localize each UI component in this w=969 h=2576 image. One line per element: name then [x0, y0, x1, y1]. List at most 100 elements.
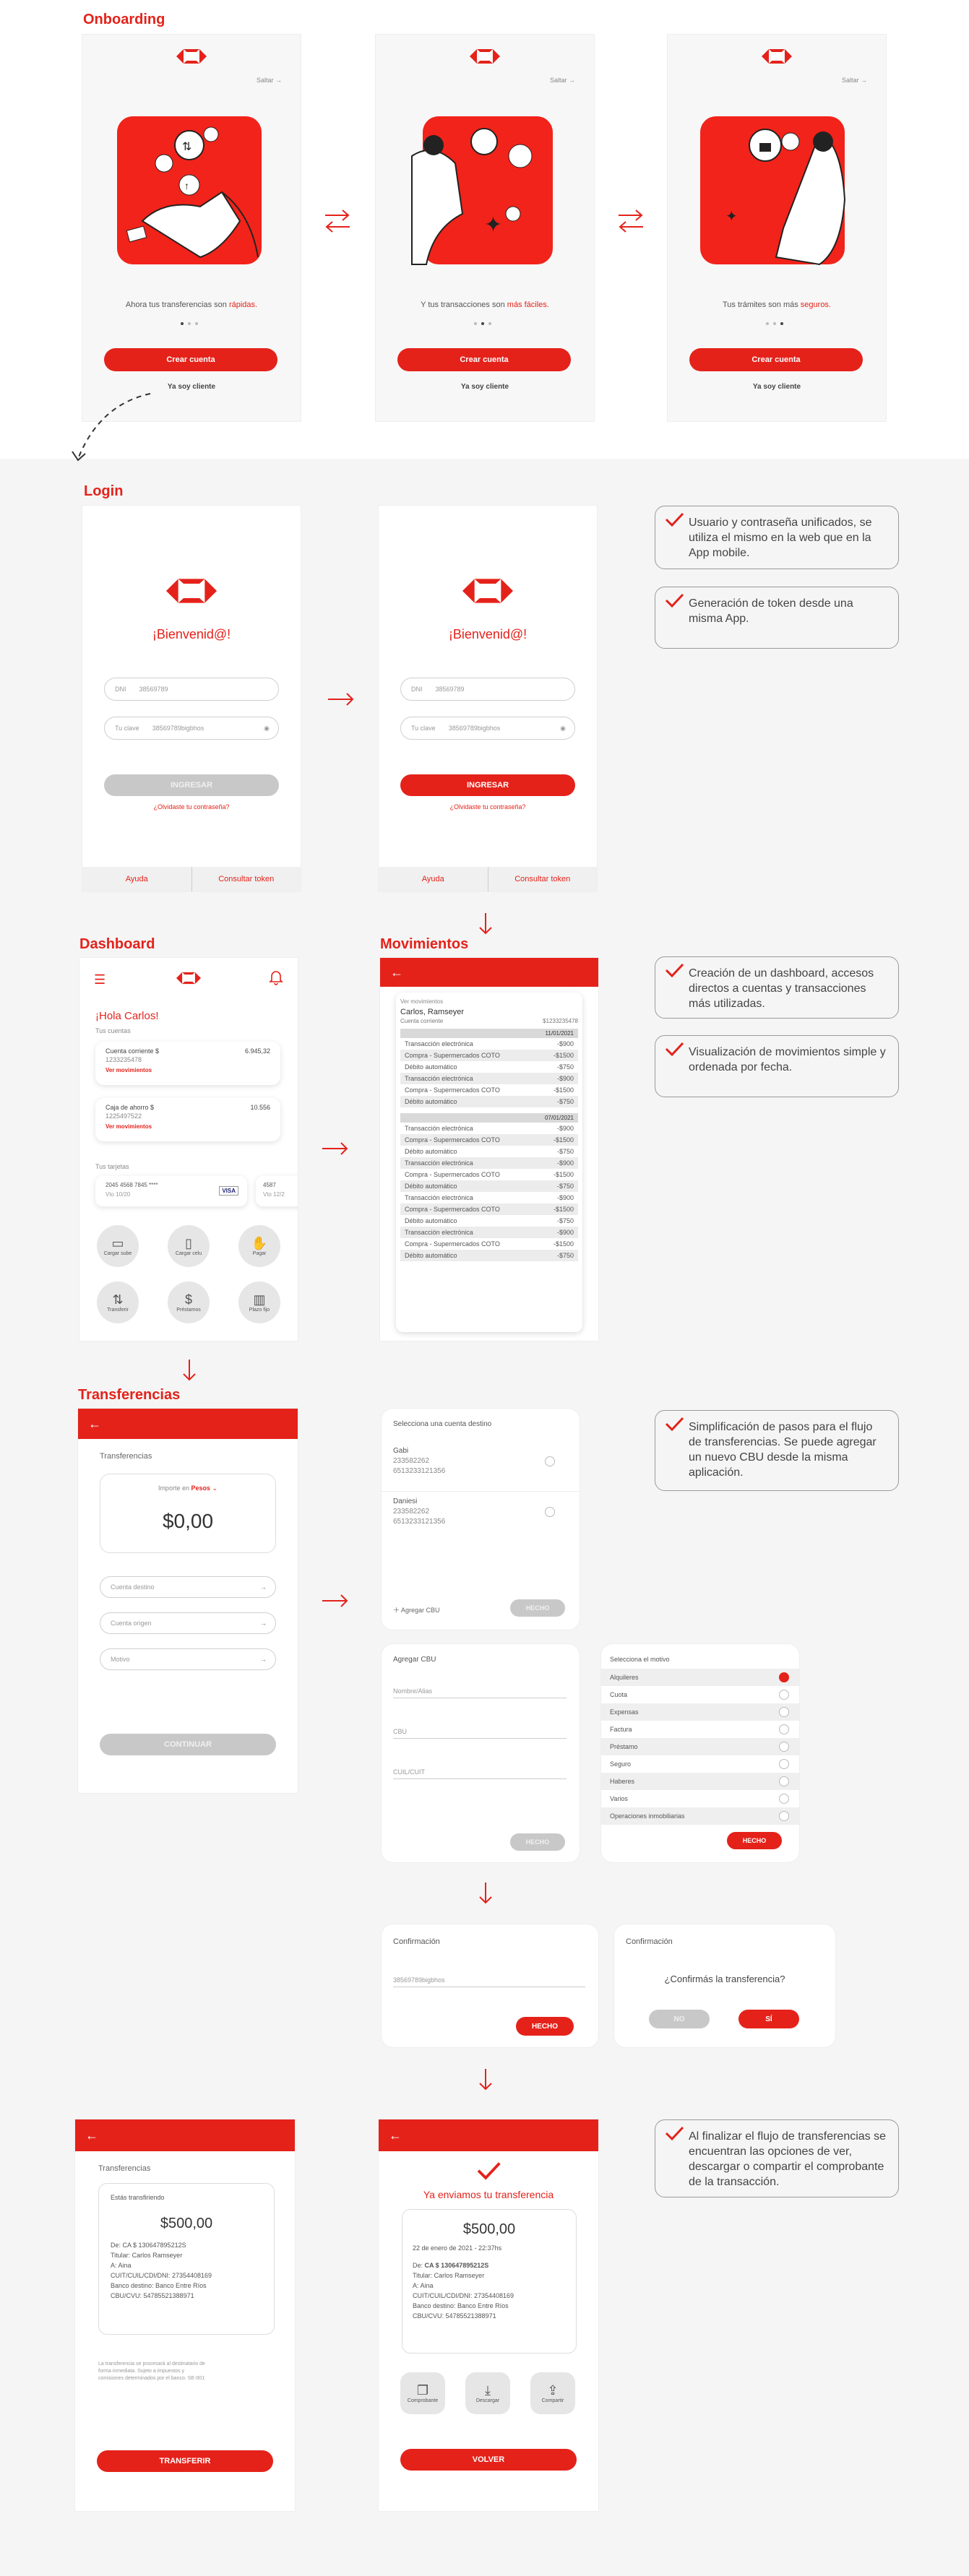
done-button[interactable]: HECHO [510, 1599, 565, 1617]
reason-radio[interactable] [779, 1811, 789, 1821]
create-account-button[interactable]: Crear cuenta [689, 348, 863, 371]
contact-item[interactable]: Daniesi 233582262 6513233121356 [393, 1497, 445, 1527]
load-sube-button[interactable]: ▭ Cargar sube [97, 1225, 139, 1267]
yes-button[interactable]: SÍ [738, 2010, 799, 2028]
reason-item[interactable]: Factura [601, 1721, 799, 1738]
back-arrow-icon[interactable]: ← [88, 1417, 101, 1432]
cuil-field[interactable]: CUIL/CUIT [393, 1768, 567, 1779]
view-movements-link[interactable]: Ver movimientos [105, 1123, 270, 1130]
contact-radio[interactable] [545, 1456, 555, 1466]
reason-item[interactable]: Haberes [601, 1773, 799, 1790]
menu-icon[interactable]: ☰ [94, 972, 105, 987]
back-home-button[interactable]: VOLVER [400, 2449, 577, 2471]
reason-item[interactable]: Préstamo [601, 1738, 799, 1755]
reason-field[interactable]: Motivo → [100, 1648, 276, 1670]
skip-link[interactable]: Saltar → [842, 77, 867, 84]
back-arrow-icon[interactable]: ← [85, 2128, 98, 2143]
dashboard-screen: ☰ ¡Hola Carlos! Tus cuentas Cuenta corri… [79, 958, 298, 1341]
reason-radio[interactable] [779, 1672, 789, 1682]
credit-card-item[interactable]: 2045 4568 7845 **** Vto 10/20 VISA [95, 1176, 247, 1206]
password-field[interactable]: Tu clave 38569789bigbhos ◉ [400, 717, 575, 740]
back-arrow-icon[interactable]: ← [390, 965, 403, 980]
reason-item[interactable]: Operaciones inmobiliarias [601, 1807, 799, 1825]
movement-row: Transacción electrónica -$900 [400, 1038, 578, 1050]
movement-row: Débito automático -$750 [400, 1180, 578, 1192]
token-link[interactable]: Consultar token [488, 867, 598, 891]
movement-description: Débito automático [405, 1098, 457, 1105]
download-button[interactable]: ⤓ Descargar [465, 2372, 510, 2414]
help-link[interactable]: Ayuda [82, 867, 192, 891]
login-button[interactable]: INGRESAR [104, 774, 279, 796]
already-client-link[interactable]: Ya soy cliente [668, 383, 886, 391]
account-card-checking[interactable]: Cuenta corriente $6.945,32 1233235478 Ve… [95, 1042, 280, 1085]
help-link[interactable]: Ayuda [379, 867, 488, 891]
dashboard-section-title: Dashboard [79, 936, 155, 952]
name-alias-field[interactable]: Nombre/Alias [393, 1687, 567, 1698]
notification-bell-icon[interactable] [269, 969, 283, 985]
down-arrow-icon [479, 913, 492, 935]
reason-item[interactable]: Seguro [601, 1755, 799, 1773]
movement-row: Débito automático -$750 [400, 1146, 578, 1157]
reason-item[interactable]: Expensas [601, 1703, 799, 1721]
token-link[interactable]: Consultar token [192, 867, 301, 891]
reason-item[interactable]: Varios [601, 1790, 799, 1807]
transfer-submit-button[interactable]: TRANSFERIR [97, 2450, 273, 2472]
transfer-icon: ⇅ [112, 1292, 124, 1307]
contact-item[interactable]: Gabi 233582262 6513233121356 [393, 1446, 445, 1477]
movement-row: Débito automático -$750 [400, 1250, 578, 1261]
visa-icon: VISA [219, 1186, 238, 1196]
dni-field[interactable]: DNI 38569789 [104, 678, 279, 701]
create-account-button[interactable]: Crear cuenta [397, 348, 571, 371]
eye-icon[interactable]: ◉ [560, 725, 566, 732]
reason-radio[interactable] [779, 1776, 789, 1786]
back-arrow-icon[interactable]: ← [389, 2128, 402, 2143]
no-button[interactable]: NO [649, 2010, 710, 2028]
eye-icon[interactable]: ◉ [264, 725, 270, 732]
done-button[interactable]: HECHO [510, 1833, 565, 1851]
password-confirm-field[interactable]: 38569789bigbhos [393, 1976, 585, 1987]
done-button[interactable]: HECHO [727, 1832, 782, 1849]
add-cbu-link[interactable]: ＋ Agregar CBU [393, 1605, 440, 1615]
reason-radio[interactable] [779, 1724, 789, 1734]
password-field[interactable]: Tu clave 38569789bigbhos ◉ [104, 717, 279, 740]
origin-account-field[interactable]: Cuenta origen → [100, 1612, 276, 1634]
skip-link[interactable]: Saltar → [550, 77, 575, 84]
svg-text:✦: ✦ [725, 209, 738, 225]
reason-radio[interactable] [779, 1794, 789, 1804]
reason-item[interactable]: Alquileres [601, 1669, 799, 1686]
forgot-password-link[interactable]: ¿Olvidaste tu contraseña? [82, 803, 301, 811]
skip-link[interactable]: Saltar → [257, 77, 282, 84]
load-phone-button[interactable]: ▯ Cargar celu [168, 1225, 210, 1267]
create-account-button[interactable]: Crear cuenta [104, 348, 277, 371]
fixed-term-button[interactable]: ▥ Plazo fijo [238, 1281, 280, 1323]
pay-button[interactable]: ✋ Pagar [238, 1225, 280, 1267]
transfer-button[interactable]: ⇅ Transferir [97, 1281, 139, 1323]
destination-account-field[interactable]: Cuenta destino → [100, 1576, 276, 1598]
view-movements-link[interactable]: Ver movimientos [105, 1067, 270, 1073]
amount-box[interactable]: Importe en Pesos ⌄ $0,00 [100, 1474, 276, 1553]
reason-item[interactable]: Cuota [601, 1686, 799, 1703]
login-button[interactable]: INGRESAR [400, 774, 575, 796]
done-button[interactable]: HECHO [516, 2017, 574, 2036]
account-card-savings[interactable]: Caja de ahorro $10.556 1225497522 Ver mo… [95, 1098, 280, 1141]
onboarding-text-3: Tus trámites son más seguros. [723, 301, 831, 309]
continue-button[interactable]: CONTINUAR [100, 1734, 276, 1755]
reason-radio[interactable] [779, 1759, 789, 1769]
onboarding-screen-2: Saltar → ✦ Y tus transacciones son más f… [376, 35, 594, 421]
share-button[interactable]: ⇪ Compartir [530, 2372, 575, 2414]
dni-field[interactable]: DNI 38569789 [400, 678, 575, 701]
cbu-field[interactable]: CBU [393, 1728, 567, 1739]
movement-description: Débito automático [405, 1217, 457, 1224]
receipt-button[interactable]: ❐ Comprobante [400, 2372, 445, 2414]
movement-row: Transacción electrónica -$900 [400, 1073, 578, 1084]
reason-radio[interactable] [779, 1707, 789, 1717]
credit-card-item[interactable]: 4587 Vto 12/2 [256, 1176, 298, 1206]
already-client-link[interactable]: Ya soy cliente [376, 383, 594, 391]
checkmark-icon [665, 512, 684, 527]
loans-button[interactable]: $ Préstamos [168, 1281, 210, 1323]
movement-description: Transacción electrónica [405, 1194, 473, 1201]
contact-radio[interactable] [545, 1507, 555, 1517]
reason-radio[interactable] [779, 1690, 789, 1700]
forgot-password-link[interactable]: ¿Olvidaste tu contraseña? [379, 803, 597, 811]
reason-radio[interactable] [779, 1742, 789, 1752]
